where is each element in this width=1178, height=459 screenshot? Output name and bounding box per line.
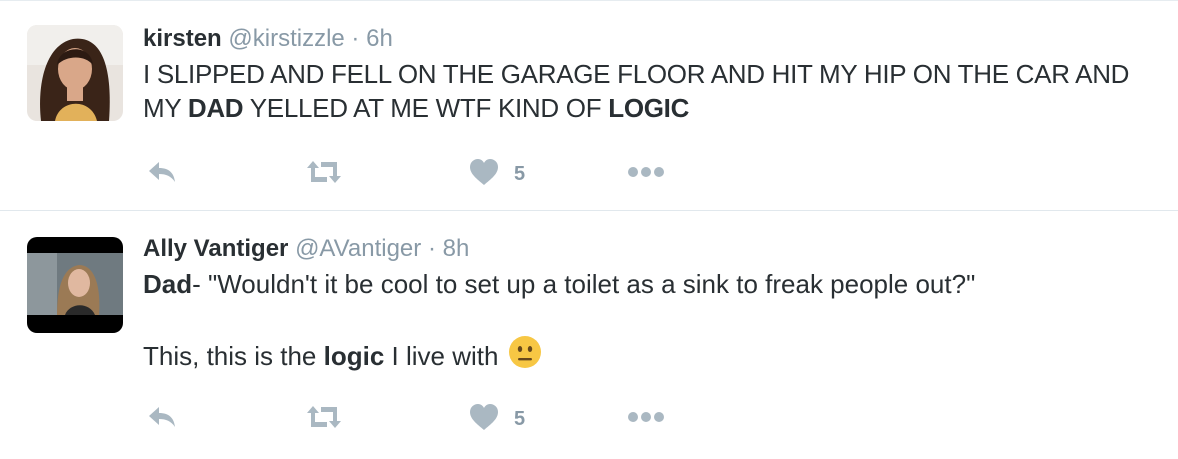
tweet-text-line: Dad- "Wouldn't it be cool to set up a to… [143, 267, 1158, 301]
tweet-text-bold: LOGIC [608, 93, 690, 123]
more-icon [627, 165, 665, 183]
timestamp[interactable]: 6h [366, 25, 393, 52]
tweet-text-part: - "Wouldn't it be cool to set up a toile… [192, 269, 976, 299]
like-count: 5 [514, 162, 526, 185]
tweet-text-part: This, this is the [143, 341, 324, 371]
separator-dot: · [427, 235, 436, 262]
display-name[interactable]: Ally Vantiger [143, 235, 288, 262]
tweet-text-part: I live with [384, 341, 499, 371]
username[interactable]: @AVantiger [295, 235, 421, 262]
reply-button[interactable] [147, 158, 177, 190]
tweet[interactable]: kirsten @kirstizzle · 6h I SLIPPED AND F… [0, 0, 1178, 211]
retweet-button[interactable] [305, 403, 343, 435]
separator-dot: · [351, 25, 360, 52]
heart-icon [469, 158, 499, 191]
tweet-text-bold: logic [323, 341, 385, 371]
more-button[interactable] [627, 158, 665, 190]
username[interactable]: @kirstizzle [228, 25, 344, 52]
retweet-icon [305, 160, 343, 189]
neutral-face-emoji-icon [508, 335, 542, 369]
reply-icon [147, 405, 177, 434]
tweet-feed: kirsten @kirstizzle · 6h I SLIPPED AND F… [0, 0, 1178, 458]
tweet-header: Ally Vantiger @AVantiger · 8h [143, 233, 1158, 265]
retweet-button[interactable] [305, 158, 343, 190]
retweet-icon [305, 405, 343, 434]
tweet-text-bold: DAD [187, 93, 244, 123]
avatar[interactable] [27, 25, 123, 121]
timestamp[interactable]: 8h [443, 235, 470, 262]
reply-button[interactable] [147, 403, 177, 435]
reply-icon [147, 160, 177, 189]
tweet-text-part: YELLED AT ME WTF KIND OF [243, 93, 609, 123]
tweet[interactable]: Ally Vantiger @AVantiger · 8h Dad- "Woul… [0, 210, 1178, 459]
like-button[interactable]: 5 [469, 403, 525, 435]
like-button[interactable]: 5 [469, 158, 525, 190]
tweet-actions: 5 [147, 403, 707, 435]
more-icon [627, 410, 665, 428]
tweet-text-bold: Dad [143, 269, 193, 299]
tweet-text: I SLIPPED AND FELL ON THE GARAGE FLOOR A… [143, 57, 1158, 125]
display-name[interactable]: kirsten [143, 25, 222, 52]
like-count: 5 [514, 407, 526, 430]
more-button[interactable] [627, 403, 665, 435]
tweet-header: kirsten @kirstizzle · 6h [143, 23, 1158, 55]
tweet-actions: 5 [147, 158, 707, 190]
tweet-text: Dad- "Wouldn't it be cool to set up a to… [143, 267, 1158, 373]
heart-icon [469, 403, 499, 436]
tweet-text-line: This, this is the logic I live with [143, 335, 1158, 373]
avatar[interactable] [27, 237, 123, 333]
